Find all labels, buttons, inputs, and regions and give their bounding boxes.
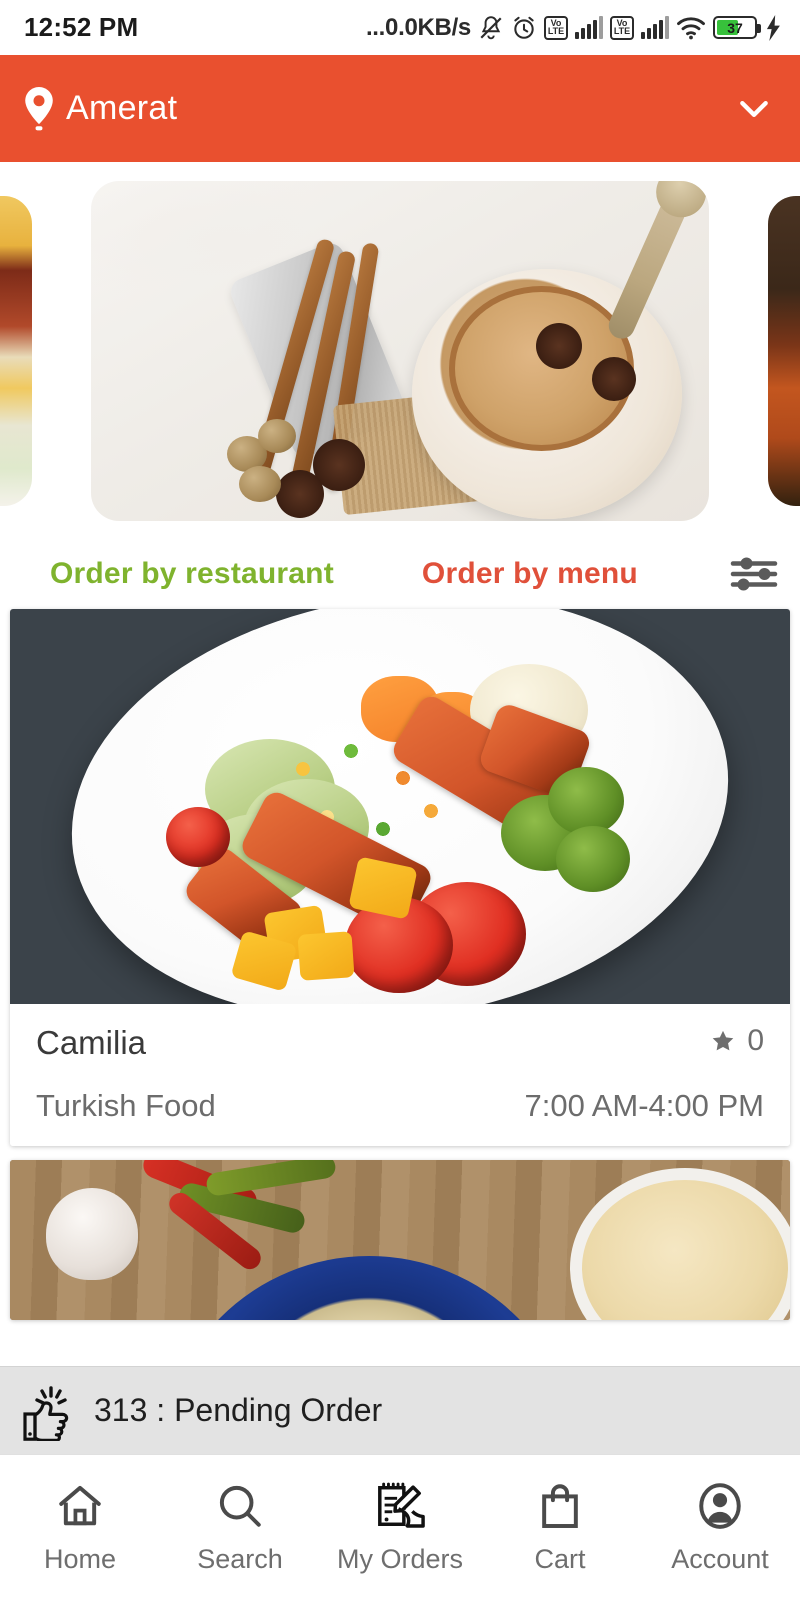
thumbs-up-icon: [22, 1381, 78, 1442]
charging-bolt-icon: [764, 14, 784, 41]
wifi-icon: [676, 15, 706, 41]
restaurant-card[interactable]: Camilia 0 Turkish Food 7:00 AM-4:00 PM: [10, 609, 790, 1146]
shopping-bag-icon: [534, 1480, 586, 1532]
nav-label-account: Account: [671, 1544, 769, 1574]
bottom-navigation-bar: Home Search My Orders Cart Account: [0, 1454, 800, 1600]
restaurant-name: Camilia: [36, 1024, 147, 1061]
restaurant-hours: 7:00 AM-4:00 PM: [524, 1088, 764, 1123]
carousel-slide-left-peek[interactable]: [0, 196, 32, 506]
restaurant-list: Camilia 0 Turkish Food 7:00 AM-4:00 PM: [0, 609, 800, 1320]
carousel-slide-active[interactable]: [91, 180, 709, 521]
restaurant-photo: [10, 609, 790, 1004]
volte-sim1-icon: Vo LTE: [544, 15, 568, 40]
tab-order-by-menu[interactable]: Order by menu: [422, 557, 638, 591]
nav-item-account[interactable]: Account: [640, 1480, 800, 1575]
nav-item-home[interactable]: Home: [0, 1480, 160, 1575]
bell-muted-icon: [478, 15, 504, 41]
location-header[interactable]: Amerat: [0, 55, 800, 162]
account-person-icon: [694, 1480, 746, 1532]
chevron-down-icon[interactable]: [734, 89, 774, 129]
map-pin-icon: [22, 86, 56, 131]
volte-bottom-text: LTE: [547, 25, 565, 36]
status-bar: 12:52 PM ...0.0KB/s Vo LTE Vo LTE 37: [0, 0, 800, 55]
alarm-clock-icon: [511, 15, 537, 41]
filter-sliders-icon[interactable]: [730, 556, 778, 592]
star-icon: [713, 1030, 734, 1051]
nav-item-cart[interactable]: Cart: [480, 1480, 640, 1575]
promo-banner-carousel[interactable]: [0, 162, 800, 539]
pending-order-bar[interactable]: 313 : Pending Order: [0, 1366, 800, 1454]
restaurant-rating-value: 0: [747, 1024, 764, 1057]
volte-bottom-text-2: LTE: [613, 25, 631, 36]
network-speed-text: ...0.0KB/s: [365, 13, 471, 41]
nav-item-search[interactable]: Search: [160, 1480, 320, 1575]
status-bar-icons: ...0.0KB/s Vo LTE Vo LTE 37: [366, 14, 784, 42]
nav-label-home: Home: [43, 1544, 117, 1574]
nav-item-my-orders[interactable]: My Orders: [320, 1480, 480, 1575]
search-icon: [214, 1480, 266, 1532]
nav-label-cart: Cart: [534, 1544, 586, 1574]
battery-percent-text: 37: [727, 19, 743, 36]
tab-order-by-restaurant[interactable]: Order by restaurant: [50, 557, 334, 591]
battery-icon: 37: [713, 16, 761, 39]
status-bar-time: 12:52 PM: [24, 12, 139, 42]
carousel-slide-right-peek[interactable]: [768, 196, 800, 506]
restaurant-rating: 0: [710, 1024, 764, 1058]
notepad-pen-icon: [374, 1480, 426, 1532]
location-name: Amerat: [66, 89, 178, 127]
restaurant-cuisine: Turkish Food: [36, 1088, 216, 1123]
nav-label-my-orders: My Orders: [336, 1544, 463, 1574]
volte-sim2-icon: Vo LTE: [610, 15, 634, 40]
restaurant-info: Camilia 0 Turkish Food 7:00 AM-4:00 PM: [10, 1004, 790, 1146]
pending-order-text: 313 : Pending Order: [94, 1392, 383, 1428]
restaurant-card[interactable]: [10, 1160, 790, 1320]
order-mode-tabs: Order by restaurant Order by menu: [0, 539, 800, 609]
restaurant-photo: [10, 1160, 790, 1320]
home-icon: [54, 1480, 106, 1532]
nav-label-search: Search: [197, 1544, 283, 1574]
signal-sim1-icon: [575, 15, 603, 39]
signal-sim2-icon: [641, 15, 669, 39]
